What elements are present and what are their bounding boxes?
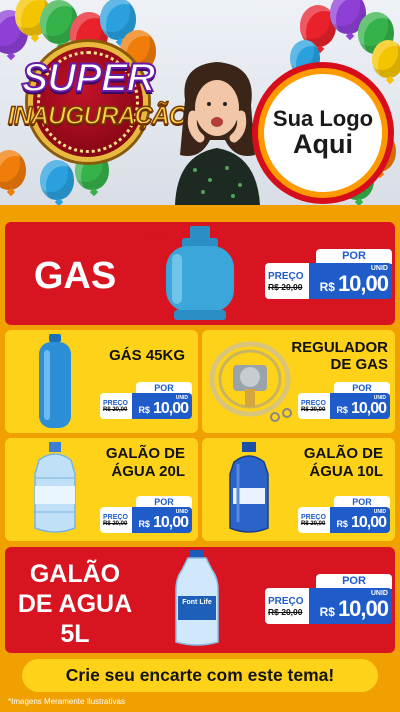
bottle-label-text: Font Life — [182, 599, 212, 606]
price-label: PREÇO — [301, 513, 326, 521]
currency-symbol: R$ — [319, 605, 335, 619]
new-price: 10,00 — [350, 400, 387, 417]
price-box: PREÇO R$ 20,00 UNID R$ 10,00 — [265, 588, 392, 624]
currency-symbol: R$ — [319, 280, 335, 294]
product-name-line1: REGULADOR — [291, 339, 388, 356]
badge-title-inauguracao: INAUGURAÇÃO — [7, 101, 189, 131]
old-price: R$ 20,00 — [301, 406, 326, 413]
product-name-line2: DE AGUA — [17, 590, 133, 618]
create-flyer-banner: Crie seu encarte com este tema! — [22, 659, 378, 692]
logo-text-line2: Aqui — [293, 129, 353, 160]
logo-placeholder: Sua Logo Aqui — [258, 68, 388, 198]
new-price: 10,00 — [152, 400, 189, 417]
unit-label: UNID — [373, 395, 386, 401]
price-por-label: POR — [316, 574, 392, 589]
water-gallon-10l-image — [229, 442, 269, 533]
gas-cylinder-image — [166, 226, 234, 320]
new-price: 10,00 — [350, 514, 387, 531]
currency-symbol: R$ — [336, 519, 348, 529]
balloon — [40, 160, 74, 200]
product-name-line1: GALÃO DE — [303, 445, 383, 462]
product-name-line2: ÁGUA 20L — [111, 463, 185, 480]
currency-symbol: R$ — [336, 405, 348, 415]
price-box: PREÇO R$ 20,00 UNID R$ 10,00 — [298, 393, 390, 419]
old-price: R$ 20,00 — [268, 281, 303, 292]
product-name: GÁS 45KG — [109, 347, 185, 364]
unit-label: UNID — [370, 590, 388, 597]
price-label: PREÇO — [301, 399, 326, 407]
price-label: PREÇO — [268, 270, 304, 282]
price-label: PREÇO — [103, 399, 128, 407]
product-name-line1: GALÃO DE — [105, 445, 185, 462]
price-box: PREÇO R$ 20,00 UNID R$ 10,00 — [265, 263, 392, 299]
new-price: 10,00 — [337, 596, 389, 621]
badge-title-super: SUPER — [21, 55, 157, 101]
product-name-line2: ÁGUA 10L — [309, 463, 383, 480]
product-name-line1: GALÃO — [29, 560, 121, 588]
gas-45kg-cylinder-image — [39, 334, 71, 428]
logo-text-line1: Sua Logo — [272, 106, 374, 132]
price-box: PREÇO R$ 20,00 UNID R$ 10,00 — [298, 507, 390, 533]
super-inauguracao-badge: SUPER INAUGURAÇÃO — [7, 42, 189, 162]
balloon — [372, 40, 400, 78]
unit-label: UNID — [175, 395, 188, 401]
woman-illustration — [175, 62, 260, 205]
price-por-label: POR — [316, 249, 392, 264]
price-box: PREÇO R$ 20,00 UNID R$ 10,00 — [100, 393, 192, 419]
price-box: PREÇO R$ 20,00 UNID R$ 10,00 — [100, 507, 192, 533]
currency-symbol: R$ — [138, 519, 150, 529]
price-label: PREÇO — [268, 595, 304, 607]
old-price: R$ 20,00 — [103, 406, 128, 413]
product-name-line3: 5L — [60, 620, 90, 648]
unit-label: UNID — [373, 509, 386, 515]
product-name: GAS — [33, 255, 117, 297]
product-name-line2: DE GAS — [330, 356, 388, 373]
water-gallon-20l-image — [34, 442, 76, 533]
gas-regulator-image — [209, 341, 292, 422]
price-label: PREÇO — [103, 513, 128, 521]
currency-symbol: R$ — [138, 405, 150, 415]
hero-banner: SUPER INAUGURAÇÃO Sua Logo Aqui — [0, 0, 400, 205]
old-price: R$ 20,00 — [103, 520, 128, 527]
unit-label: UNID — [370, 265, 388, 272]
new-price: 10,00 — [152, 514, 189, 531]
old-price: R$ 20,00 — [301, 520, 326, 527]
old-price: R$ 20,00 — [268, 606, 303, 617]
unit-label: UNID — [175, 509, 188, 515]
disclaimer-note: *Imagens Meramente Ilustrativas — [8, 697, 125, 706]
new-price: 10,00 — [337, 271, 389, 296]
